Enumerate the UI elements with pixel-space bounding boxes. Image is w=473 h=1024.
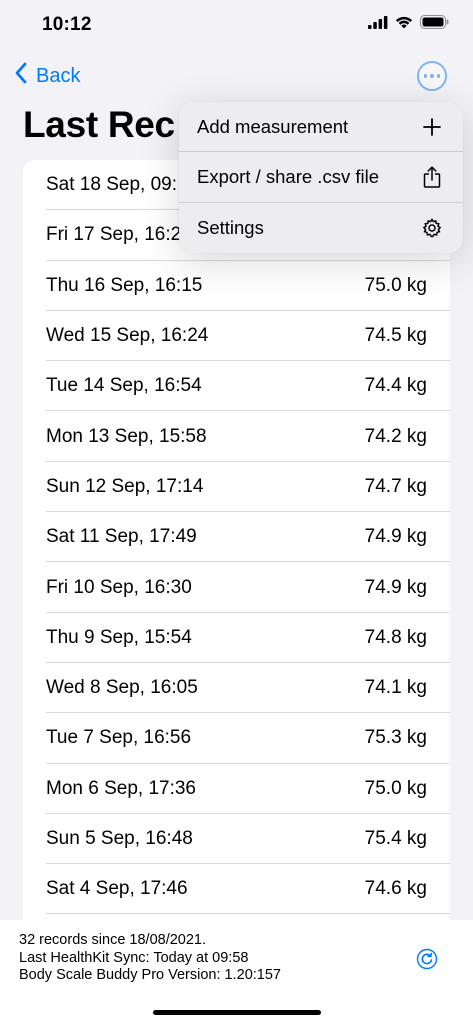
record-weight: 75.3 kg — [364, 727, 427, 749]
plus-icon — [421, 116, 443, 138]
record-date: Mon 6 Sep, 17:36 — [46, 777, 196, 799]
menu-item-label: Settings — [197, 216, 264, 238]
battery-icon — [420, 15, 449, 34]
record-weight: 75.4 kg — [364, 828, 427, 849]
record-date: Tue 7 Sep, 16:56 — [46, 727, 192, 749]
record-date: Thu 9 Sep, 15:54 — [46, 626, 192, 648]
record-weight: 74.6 kg — [364, 878, 427, 900]
record-date: Mon 13 Sep, 15:58 — [46, 425, 207, 447]
records-list: Sat 18 Sep, 09: Fri 17 Sep, 16:2 Thu 16 Se… — [23, 160, 450, 940]
cellular-signal-icon — [368, 15, 388, 34]
record-date: Fri 17 Sep, 16:2 — [46, 224, 182, 246]
gear-icon — [421, 217, 443, 239]
last-sync-text: Last HealthKit Sync: Today at 09:58 — [19, 949, 249, 966]
record-date: Wed 15 Sep, 16:24 — [46, 325, 209, 347]
record-date: Sat 11 Sep, 17:49 — [46, 526, 197, 548]
record-row[interactable]: Mon 13 Sep, 15:58 74.2 kg — [23, 411, 450, 463]
footer: 32 records since 18/08/2021. Last Health… — [0, 920, 473, 1024]
record-row[interactable]: Sat 4 Sep, 17:46 74.6 kg — [23, 864, 450, 915]
home-indicator — [152, 1010, 321, 1015]
records-count-text: 32 records since 18/08/2021. — [19, 932, 207, 948]
record-row[interactable]: Tue 14 Sep, 16:54 74.4 kg — [23, 361, 450, 412]
back-label: Back — [36, 64, 81, 87]
record-row[interactable]: Tue 7 Sep, 16:56 75.3 kg — [23, 713, 450, 764]
record-row[interactable]: Thu 9 Sep, 15:54 74.8 kg — [23, 613, 450, 664]
record-date: Sat 18 Sep, 09: — [46, 174, 177, 196]
chevron-left-icon — [14, 62, 28, 90]
menu-item-add-measurement[interactable]: Add measurement — [179, 102, 463, 153]
record-row[interactable]: Mon 6 Sep, 17:36 75.0 kg — [23, 764, 450, 815]
back-button[interactable]: Back — [14, 62, 80, 90]
record-weight: 75.0 kg — [364, 274, 427, 296]
record-row[interactable]: Thu 16 Sep, 16:15 75.0 kg — [23, 261, 450, 312]
page-title: Last Rec — [23, 104, 175, 145]
wifi-icon — [395, 16, 413, 34]
record-weight: 75.0 kg — [364, 777, 427, 799]
record-row[interactable]: Sun 5 Sep, 16:48 75.4 kg — [23, 814, 450, 865]
status-bar: 10:12 — [0, 0, 473, 52]
share-icon — [421, 166, 443, 188]
status-icons — [368, 15, 449, 34]
record-weight: 74.8 kg — [364, 626, 427, 648]
record-row[interactable]: Fri 10 Sep, 16:30 74.9 kg — [23, 562, 450, 613]
record-weight: 74.4 kg — [364, 375, 427, 397]
record-weight: 74.1 kg — [364, 677, 427, 699]
record-date: Sun 12 Sep, 17:14 — [46, 475, 204, 497]
status-time: 10:12 — [42, 14, 92, 35]
menu-item-label: Add measurement — [197, 115, 349, 137]
record-row[interactable]: Wed 8 Sep, 16:05 74.1 kg — [23, 663, 450, 714]
menu-item-export-csv[interactable]: Export / share .csv file — [179, 152, 463, 203]
record-date: Tue 14 Sep, 16:54 — [46, 375, 202, 397]
record-row[interactable]: Sat 11 Sep, 17:49 74.9 kg — [23, 512, 450, 563]
version-text: Body Scale Buddy Pro Version: 1.20:157 — [19, 967, 281, 983]
ellipsis-icon — [423, 74, 428, 78]
sync-icon — [416, 948, 438, 974]
record-weight: 74.2 kg — [364, 425, 427, 447]
ellipsis-dot — [430, 74, 434, 78]
record-row[interactable]: Wed 15 Sep, 16:24 74.5 kg — [23, 311, 450, 362]
record-date: Sun 5 Sep, 16:48 — [46, 828, 193, 849]
record-date: Thu 16 Sep, 16:15 — [46, 274, 203, 296]
record-weight: 74.9 kg — [364, 526, 427, 548]
record-weight: 74.7 kg — [364, 475, 427, 497]
record-date: Wed 8 Sep, 16:05 — [46, 677, 198, 699]
record-date: Sat 4 Sep, 17:46 — [46, 878, 188, 900]
record-weight: 74.5 kg — [364, 325, 427, 347]
record-row[interactable]: Sun 12 Sep, 17:14 74.7 kg — [23, 462, 450, 513]
record-date: Fri 10 Sep, 16:30 — [46, 576, 192, 598]
menu-item-label: Export / share .csv file — [197, 165, 379, 187]
context-menu: Add measurement Export / share .csv file… — [179, 102, 463, 253]
ellipsis-dot — [436, 74, 441, 78]
more-options-button[interactable] — [417, 61, 447, 91]
sync-button[interactable] — [416, 948, 438, 970]
record-weight: 74.9 kg — [364, 576, 427, 598]
footer-info: 32 records since 18/08/2021. Last Health… — [19, 932, 281, 985]
menu-item-settings[interactable]: Settings — [179, 203, 463, 253]
